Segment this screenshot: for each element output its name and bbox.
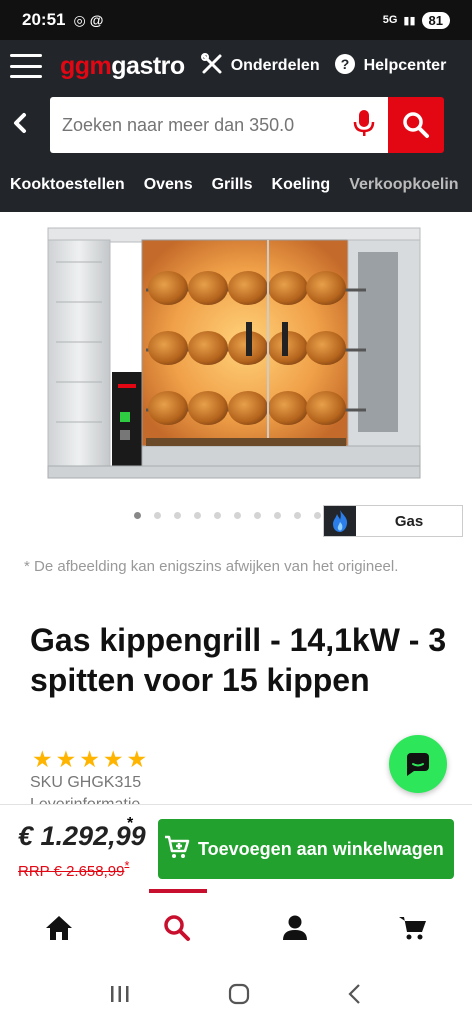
nav-home[interactable] — [0, 892, 118, 964]
site-header: ggmgastro Onderdelen ? Helpcenter Zoeken… — [0, 40, 472, 212]
search-icon — [164, 915, 190, 941]
rrp-price-text: RRP € 2.658,99 — [18, 863, 125, 880]
chevron-left-icon — [14, 112, 26, 133]
rrp-price: RRP € 2.658,99* — [18, 859, 129, 880]
help-link-label: Helpcenter — [363, 57, 447, 74]
recent-apps-icon[interactable] — [109, 984, 131, 1004]
category-link[interactable]: Verkoopkoelin — [349, 176, 458, 194]
battery-indicator: 81 — [421, 11, 450, 29]
nav-search[interactable] — [118, 889, 236, 964]
home-button-icon[interactable] — [228, 983, 250, 1005]
parts-link[interactable]: Onderdelen — [200, 52, 320, 80]
category-link[interactable]: Kooktoestellen — [10, 176, 125, 194]
svg-text:?: ? — [340, 56, 349, 72]
status-bar: 20:51 ◎ @ 5G ▮▮ 81 — [0, 0, 472, 40]
gallery-dot[interactable] — [274, 512, 281, 519]
menu-icon[interactable] — [10, 54, 42, 78]
status-time: 20:51 — [22, 10, 66, 29]
status-right: 5G ▮▮ 81 — [382, 11, 450, 29]
chat-icon — [407, 753, 429, 776]
gallery-dot[interactable] — [214, 512, 221, 519]
top-nav: ggmgastro Onderdelen ? Helpcenter — [0, 40, 472, 92]
status-notification-icons: ◎ @ — [73, 12, 103, 29]
bottom-nav — [0, 889, 472, 964]
chat-button[interactable] — [389, 735, 447, 793]
help-icon: ? — [334, 53, 356, 80]
fuel-type-label: Gas — [394, 512, 424, 530]
category-link[interactable]: Grills — [212, 176, 253, 194]
search-box[interactable] — [50, 97, 388, 153]
logo-ggm: ggm — [60, 51, 112, 80]
search-input[interactable] — [62, 114, 322, 136]
threads-icon: @ — [89, 11, 104, 28]
rrp-footnote: * — [124, 859, 130, 873]
app-page: 20:51 ◎ @ 5G ▮▮ 81 ggmgastro Onderdelen — [0, 0, 472, 1024]
cart-icon — [399, 917, 426, 940]
gallery-dot[interactable] — [154, 512, 161, 519]
help-link[interactable]: ? Helpcenter — [334, 53, 447, 80]
gallery-dot[interactable] — [134, 512, 141, 519]
star-icon: ★ — [32, 746, 53, 772]
price-footnote: * — [127, 815, 134, 832]
star-icon: ★ — [79, 746, 100, 772]
gallery-dot[interactable] — [194, 512, 201, 519]
category-link[interactable]: Ovens — [144, 176, 193, 194]
product-title: Gas kippengrill - 14,1kW - 3 spitten voo… — [30, 622, 447, 698]
signal-label: 5G — [382, 14, 398, 26]
gallery-dot[interactable] — [314, 512, 321, 519]
star-icon: ★ — [126, 746, 148, 772]
star-icon: ★ — [55, 746, 77, 772]
cart-add-icon — [164, 834, 190, 865]
image-disclaimer: * De afbeelding kan enigszins afwijken v… — [24, 558, 399, 575]
tools-icon — [200, 52, 223, 80]
flame-icon — [324, 506, 356, 536]
product-image[interactable] — [46, 222, 422, 484]
star-icon: ★ — [102, 746, 124, 772]
site-logo[interactable]: ggmgastro — [60, 52, 185, 81]
parts-link-label: Onderdelen — [230, 57, 320, 74]
whatsapp-icon: ◎ — [73, 11, 86, 28]
system-nav-bar — [0, 964, 472, 1024]
gallery-dot[interactable] — [174, 512, 181, 519]
gallery-dot[interactable] — [294, 512, 301, 519]
nav-account[interactable] — [236, 892, 354, 964]
add-to-cart-bar: € 1.292,99 * RRP € 2.658,99* Toevoegen a… — [0, 804, 472, 892]
rating-stars[interactable]: ★ ★ ★ ★ ★ — [32, 746, 147, 773]
account-icon — [283, 915, 307, 940]
search-icon — [403, 112, 429, 138]
add-to-cart-button[interactable]: Toevoegen aan winkelwagen — [158, 819, 454, 879]
logo-gastro: gastro — [111, 51, 185, 80]
home-icon — [46, 916, 72, 940]
microphone-icon[interactable] — [352, 108, 376, 143]
back-arrow-icon[interactable] — [347, 983, 363, 1005]
gallery-dot[interactable] — [234, 512, 241, 519]
nav-cart[interactable] — [354, 892, 472, 964]
gallery-dot[interactable] — [254, 512, 261, 519]
rotisserie-grill-illustration — [47, 227, 421, 479]
product-sku: SKU GHGK315 — [30, 774, 142, 791]
gallery-dots — [134, 512, 321, 519]
category-nav: Kooktoestellen Ovens Grills Koeling Verk… — [0, 158, 472, 212]
signal-icon: ▮▮ — [403, 14, 416, 27]
fuel-type-badge: Gas — [323, 505, 463, 537]
add-to-cart-label: Toevoegen aan winkelwagen — [198, 838, 444, 859]
search-row — [0, 92, 472, 158]
search-button[interactable] — [388, 97, 444, 153]
category-link[interactable]: Koeling — [272, 176, 331, 194]
back-button[interactable] — [10, 110, 50, 141]
